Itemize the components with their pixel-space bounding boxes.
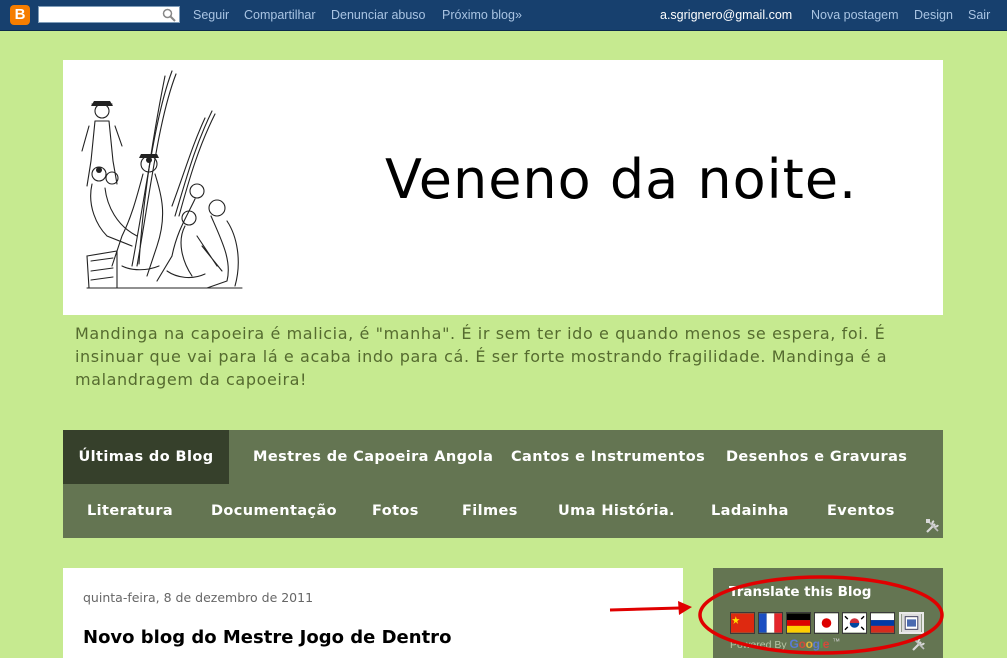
blogger-logo-icon[interactable]: B — [10, 5, 30, 25]
post-title[interactable]: Novo blog do Mestre Jogo de Dentro — [83, 627, 451, 648]
search-icon[interactable] — [162, 8, 176, 22]
tab-mestres-de-capoeira-angola[interactable]: Mestres de Capoeira Angola — [253, 430, 493, 484]
tab-documentacao[interactable]: Documentação — [211, 484, 337, 538]
annotation-arrow-line — [609, 606, 681, 612]
share-link[interactable]: Compartilhar — [244, 8, 316, 22]
annotation-circle — [698, 575, 944, 655]
tab-uma-historia[interactable]: Uma História. — [558, 484, 675, 538]
edit-tools-icon[interactable] — [925, 518, 941, 534]
red-annotation-overlay — [609, 575, 944, 655]
next-blog-link[interactable]: Próximo blog» — [442, 8, 522, 22]
capoeira-illustration — [81, 70, 243, 289]
tab-ladainha[interactable]: Ladainha — [711, 484, 789, 538]
follow-link[interactable]: Seguir — [193, 8, 229, 22]
report-abuse-link[interactable]: Denunciar abuso — [331, 8, 426, 22]
design-link[interactable]: Design — [914, 8, 953, 22]
blog-title[interactable]: Veneno da noite. — [385, 148, 857, 211]
tab-desenhos-e-gravuras[interactable]: Desenhos e Gravuras — [726, 430, 907, 484]
blog-header: Veneno da noite. — [63, 60, 943, 315]
logout-link[interactable]: Sair — [968, 8, 990, 22]
blogger-navbar: B Seguir Compartilhar Denunciar abuso Pr… — [0, 0, 1007, 31]
search-input[interactable] — [38, 6, 180, 23]
new-post-link[interactable]: Nova postagem — [811, 8, 899, 22]
tab-literatura[interactable]: Literatura — [87, 484, 173, 538]
annotation-arrow-head-icon — [678, 601, 692, 615]
blog-post: quinta-feira, 8 de dezembro de 2011 Novo… — [63, 568, 683, 658]
tab-cantos-e-instrumentos[interactable]: Cantos e Instrumentos — [511, 430, 705, 484]
user-email: a.sgrignero@gmail.com — [660, 8, 793, 22]
tab-ultimas-do-blog[interactable]: Últimas do Blog — [63, 430, 229, 484]
tab-fotos[interactable]: Fotos — [372, 484, 419, 538]
tab-filmes[interactable]: Filmes — [462, 484, 518, 538]
blog-description: Mandinga na capoeira é malicia, é "manha… — [75, 324, 888, 389]
post-date: quinta-feira, 8 de dezembro de 2011 — [83, 590, 314, 605]
tab-eventos[interactable]: Eventos — [827, 484, 895, 538]
pages-tab-bar: Últimas do Blog Mestres de Capoeira Ango… — [63, 430, 943, 538]
